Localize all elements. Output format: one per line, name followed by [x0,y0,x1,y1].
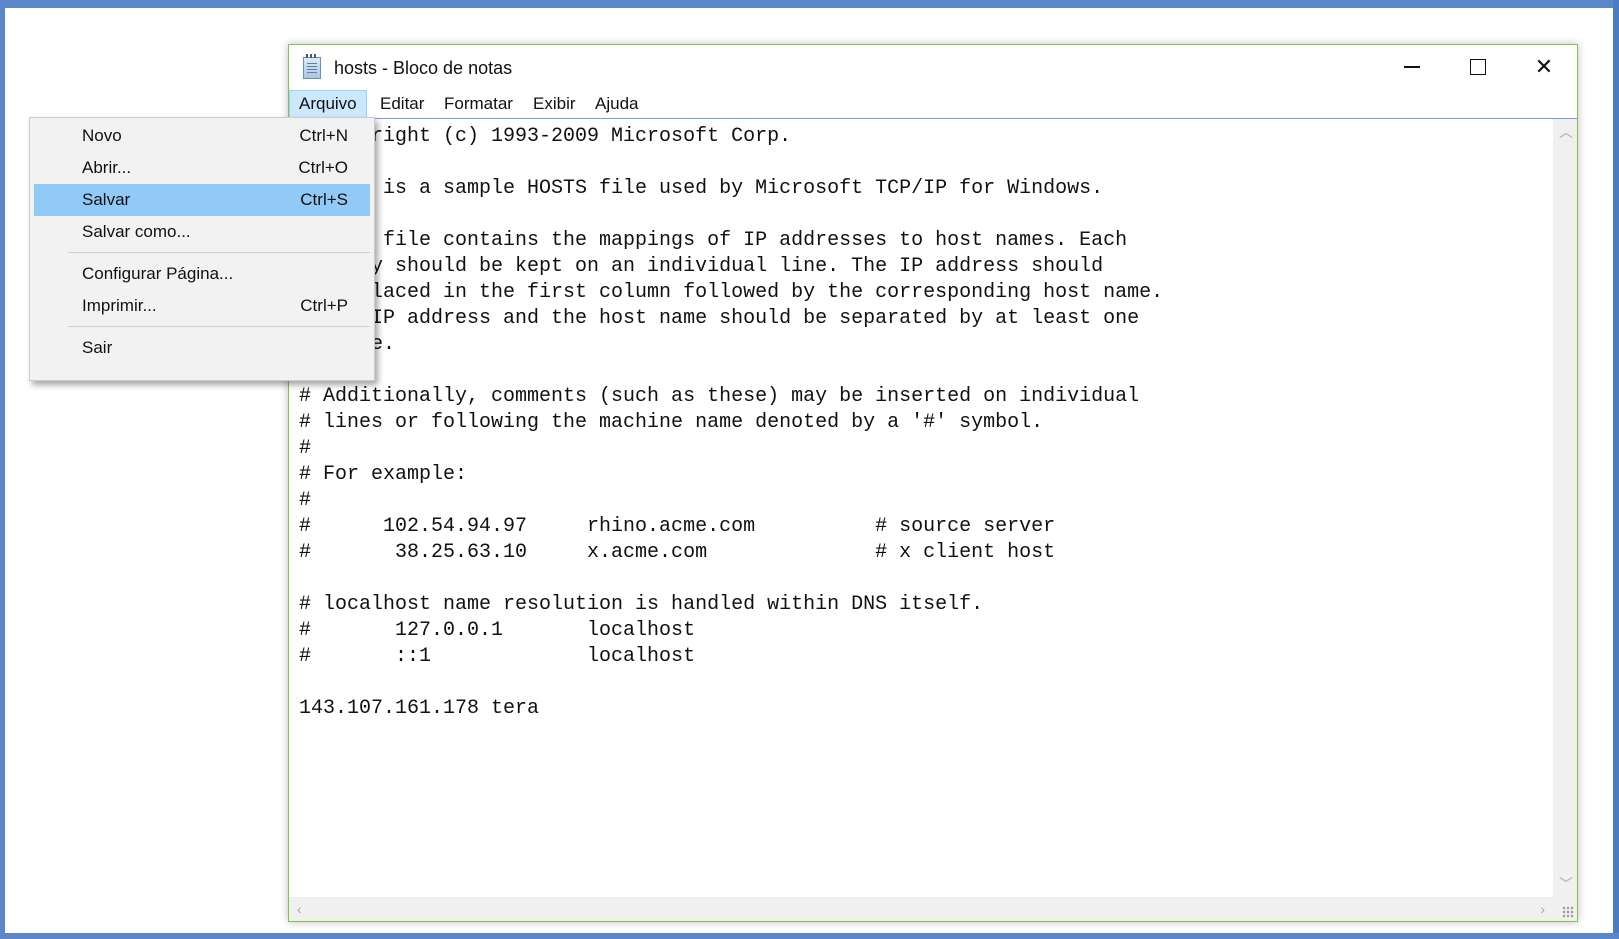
menu-item-salvar[interactable]: Salvar Ctrl+S [34,184,370,216]
title-bar[interactable]: hosts - Bloco de notas ✕ [289,45,1577,89]
text-line: # [299,150,1547,176]
text-line: # 102.54.94.97 rhino.acme.com # source s… [299,515,1056,538]
text-line: # 127.0.0.1 localhost [299,619,696,642]
minimize-button[interactable] [1379,45,1445,89]
maximize-icon [1470,59,1486,75]
text-line: # 38.25.63.10 x.acme.com # x client host [299,541,1056,564]
menu-ajuda[interactable]: Ajuda [586,90,647,118]
menu-item-label: Novo [82,126,122,145]
menu-separator [68,326,370,327]
menu-item-label: Abrir... [82,158,132,177]
menu-item-imprimir[interactable]: Imprimir... Ctrl+P [34,290,370,322]
menu-separator [68,252,370,253]
menu-arquivo[interactable]: Arquivo [289,90,367,118]
menu-item-sair[interactable]: Sair [34,332,370,364]
file-menu-dropdown: Novo Ctrl+N Abrir... Ctrl+O Salvar Ctrl+… [29,117,375,381]
menu-item-configurar-pagina[interactable]: Configurar Página... [34,258,370,290]
text-line: # space. [299,332,1547,358]
text-line: # This file contains the mappings of IP … [299,229,1128,252]
scroll-up-icon[interactable]: ︿ [1559,125,1573,139]
text-line: # The IP address and the host name shoul… [299,307,1140,330]
text-line: # lines or following the machine name de… [299,411,1044,434]
text-line: # ::1 localhost [299,645,696,668]
close-icon: ✕ [1534,54,1554,79]
text-line: # For example: [299,463,468,486]
menu-item-salvar-como[interactable]: Salvar como... [34,216,370,248]
text-line [299,670,1547,696]
menu-item-shortcut: Ctrl+O [298,158,348,177]
menu-item-shortcut: Ctrl+N [299,126,348,145]
text-line: # This is a sample HOSTS file used by Mi… [299,177,1104,200]
text-line: # localhost name resolution is handled w… [299,593,984,616]
desktop-background-right [1613,0,1619,939]
horizontal-scrollbar[interactable]: ‹ › [289,897,1553,921]
resize-grip-icon[interactable] [1562,906,1574,918]
document-text[interactable]: # Copyright (c) 1993-2009 Microsoft Corp… [299,124,1547,895]
menu-item-novo[interactable]: Novo Ctrl+N [34,120,370,152]
scroll-left-icon[interactable]: ‹ [297,902,302,916]
maximize-button[interactable] [1445,45,1511,89]
text-line: # Additionally, comments (such as these)… [299,385,1140,408]
menu-item-shortcut: Ctrl+P [300,296,348,315]
vertical-scrollbar[interactable]: ︿ ﹀ [1553,119,1577,897]
text-line: # be placed in the first column followed… [299,281,1164,304]
menu-item-label: Configurar Página... [82,264,234,283]
menu-formatar[interactable]: Formatar [435,90,522,118]
menu-editar[interactable]: Editar [371,90,433,118]
window-title: hosts - Bloco de notas [334,58,513,78]
menu-bar: Arquivo Editar Formatar Exibir Ajuda [289,90,1577,118]
menu-item-shortcut: Ctrl+S [300,190,348,209]
text-line: 143.107.161.178 tera [299,697,540,720]
desktop-background-top [0,0,1619,8]
close-button[interactable]: ✕ [1511,45,1577,89]
text-line: # Copyright (c) 1993-2009 Microsoft Corp… [299,125,792,148]
menu-item-label: Sair [82,338,113,357]
menu-item-label: Salvar [82,190,131,209]
notepad-icon[interactable] [303,54,321,79]
menu-item-label: Salvar como... [82,222,191,241]
scroll-down-icon[interactable]: ﹀ [1559,877,1573,891]
text-line: # entry should be kept on an individual … [299,255,1104,278]
desktop-background-left [0,0,5,939]
resize-corner[interactable] [1553,897,1577,921]
menu-exibir[interactable]: Exibir [524,90,585,118]
text-line: # [299,489,312,512]
text-line: # [299,358,1547,384]
desktop-background-bottom [0,933,1619,939]
notepad-window: hosts - Bloco de notas ✕ Arquivo Editar … [288,44,1578,922]
minimize-icon [1404,66,1420,68]
menu-item-abrir[interactable]: Abrir... Ctrl+O [34,152,370,184]
text-line [299,566,1547,592]
scroll-right-icon[interactable]: › [1540,902,1545,916]
text-editor-area[interactable]: # Copyright (c) 1993-2009 Microsoft Corp… [289,118,1577,921]
text-line: # [299,202,1547,228]
menu-item-label: Imprimir... [82,296,157,315]
text-line: # [299,437,312,460]
